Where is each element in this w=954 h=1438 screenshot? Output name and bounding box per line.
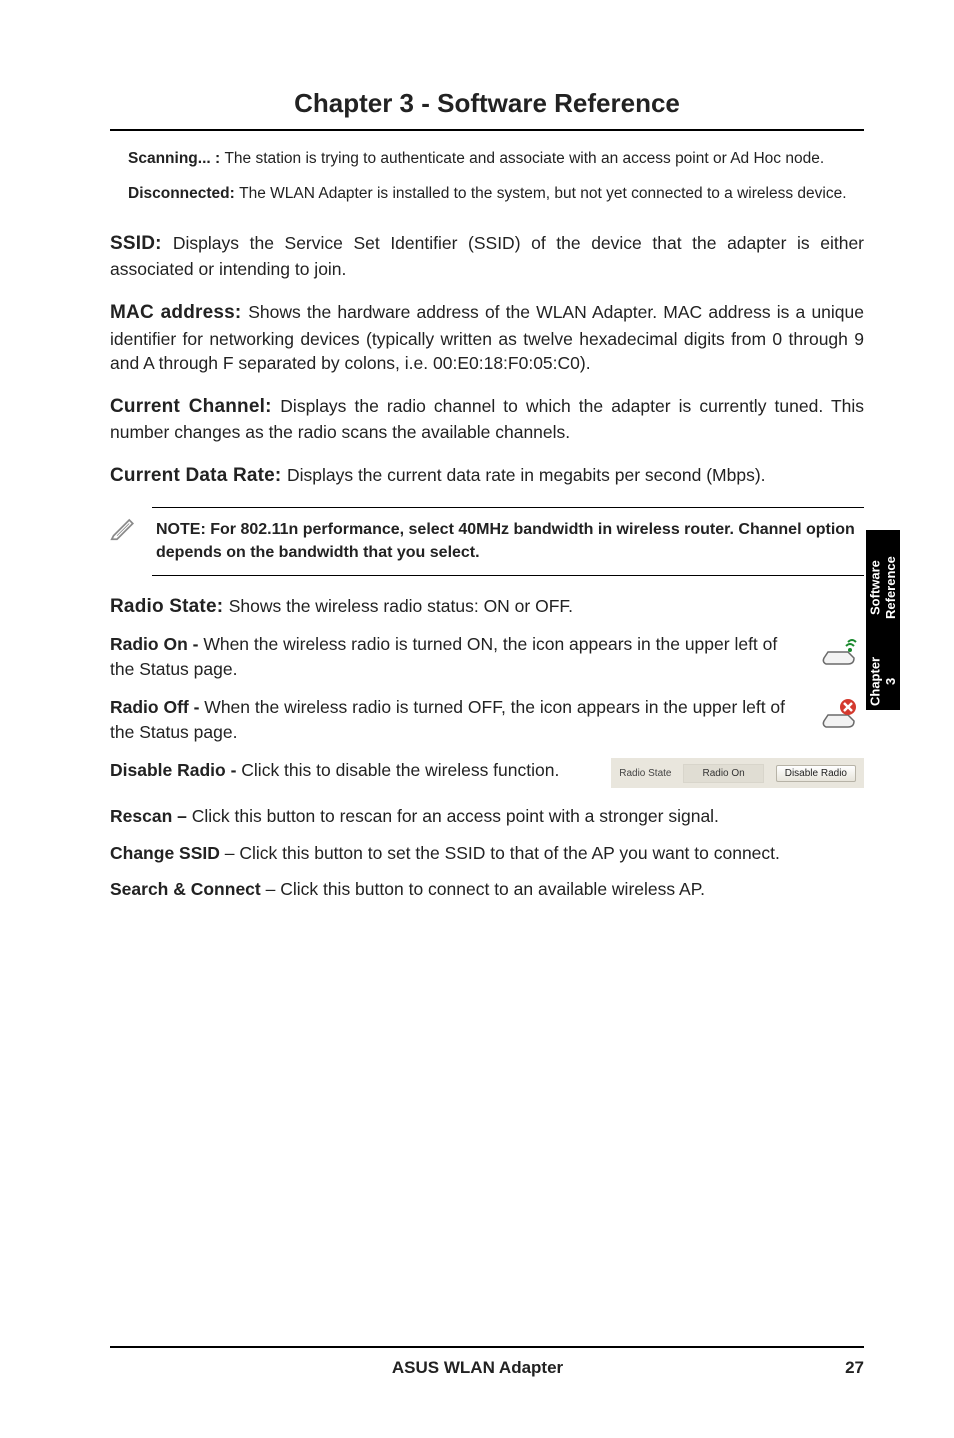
footer-page-number: 27 <box>845 1358 864 1378</box>
page: Chapter 3 - Software Reference Scanning.… <box>0 0 954 1438</box>
header-rule <box>110 129 864 131</box>
radio-state-panel: Radio State Radio On Disable Radio <box>611 758 864 788</box>
radio-off-text: Radio Off - When the wireless radio is t… <box>110 695 800 744</box>
scanning-text: Scanning... : The station is trying to a… <box>128 149 864 170</box>
disable-radio-text: Disable Radio - Click this to disable th… <box>110 758 593 783</box>
note-text: NOTE: For 802.11n performance, select 40… <box>156 518 860 564</box>
radiostate-body: Shows the wireless radio status: ON or O… <box>229 596 573 616</box>
side-tab-line2: Software Reference <box>867 530 898 646</box>
page-footer: ASUS WLAN Adapter 27 <box>110 1346 864 1378</box>
note-pencil-icon <box>110 513 138 546</box>
radiostate-para: Radio State: Shows the wireless radio st… <box>110 594 864 621</box>
disconnected-lead: Disconnected: <box>128 185 239 202</box>
scanning-block: Scanning... : The station is trying to a… <box>128 149 864 170</box>
search-connect-body: – Click this button to connect to an ava… <box>261 879 705 899</box>
channel-lead: Current Channel: <box>110 396 280 417</box>
disconnected-body: The WLAN Adapter is installed to the sys… <box>239 185 846 202</box>
disable-radio-button[interactable]: Disable Radio <box>776 765 856 782</box>
rescan-lead: Rescan – <box>110 806 192 826</box>
mac-lead: MAC address: <box>110 302 248 323</box>
radio-state-value: Radio On <box>683 764 763 783</box>
footer-product: ASUS WLAN Adapter <box>392 1358 563 1378</box>
radio-off-body: When the wireless radio is turned OFF, t… <box>110 697 785 742</box>
disable-radio-lead: Disable Radio - <box>110 760 241 780</box>
rate-lead: Current Data Rate: <box>110 465 287 486</box>
change-ssid-lead: Change SSID <box>110 843 220 863</box>
mac-para: MAC address: Shows the hardware address … <box>110 300 864 376</box>
note-box: NOTE: For 802.11n performance, select 40… <box>110 507 864 575</box>
side-chapter-tab: Chapter 3 Software Reference <box>866 530 900 710</box>
change-ssid-body: – Click this button to set the SSID to t… <box>220 843 780 863</box>
rescan-para: Rescan – Click this button to rescan for… <box>110 804 864 829</box>
radio-state-label: Radio State <box>619 768 671 779</box>
note-body: NOTE: For 802.11n performance, select 40… <box>152 507 864 575</box>
radio-on-row: Radio On - When the wireless radio is tu… <box>110 632 864 681</box>
disconnected-text: Disconnected: The WLAN Adapter is instal… <box>128 184 864 205</box>
change-ssid-para: Change SSID – Click this button to set t… <box>110 841 864 866</box>
radiostate-lead: Radio State: <box>110 596 229 617</box>
radio-on-icon <box>816 632 864 668</box>
disable-radio-row: Disable Radio - Click this to disable th… <box>110 758 864 788</box>
footer-row: ASUS WLAN Adapter 27 <box>110 1358 864 1378</box>
rate-para: Current Data Rate: Displays the current … <box>110 463 864 490</box>
radio-off-row: Radio Off - When the wireless radio is t… <box>110 695 864 744</box>
chapter-title: Chapter 3 - Software Reference <box>110 88 864 119</box>
search-connect-para: Search & Connect – Click this button to … <box>110 877 864 902</box>
radio-on-body: When the wireless radio is turned ON, th… <box>110 634 777 679</box>
radio-off-lead: Radio Off - <box>110 697 204 717</box>
rescan-body: Click this button to rescan for an acces… <box>192 806 719 826</box>
side-tab-line1: Chapter 3 <box>867 653 898 710</box>
footer-rule <box>110 1346 864 1348</box>
ssid-para: SSID: Displays the Service Set Identifie… <box>110 231 864 282</box>
ssid-body: Displays the Service Set Identifier (SSI… <box>110 233 864 280</box>
disconnected-block: Disconnected: The WLAN Adapter is instal… <box>128 184 864 205</box>
scanning-body: The station is trying to authenticate an… <box>224 150 824 167</box>
radio-on-text: Radio On - When the wireless radio is tu… <box>110 632 800 681</box>
radio-on-lead: Radio On - <box>110 634 203 654</box>
search-connect-lead: Search & Connect <box>110 879 261 899</box>
radio-off-icon <box>816 695 864 731</box>
ssid-lead: SSID: <box>110 233 173 254</box>
disable-radio-body: Click this to disable the wireless funct… <box>241 760 559 780</box>
rate-body: Displays the current data rate in megabi… <box>287 465 766 485</box>
channel-para: Current Channel: Displays the radio chan… <box>110 394 864 445</box>
scanning-lead: Scanning... : <box>128 150 224 167</box>
